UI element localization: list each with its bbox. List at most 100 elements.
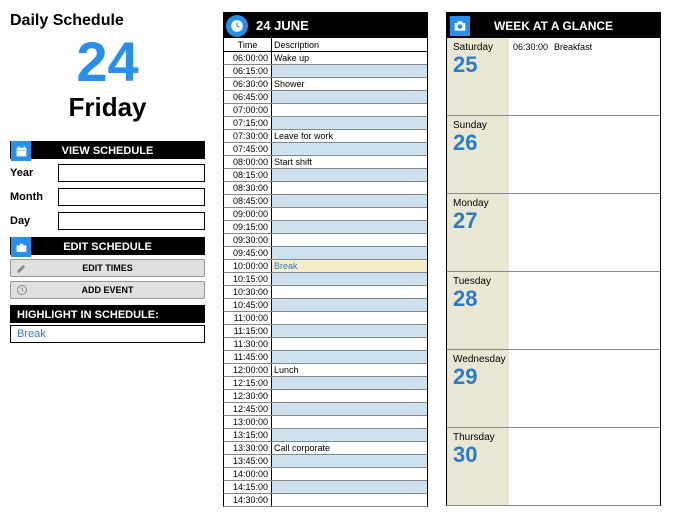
table-row[interactable]: 06:15:00 [223, 65, 428, 78]
week-days: Saturday2506:30:00BreakfastSunday26Monda… [446, 38, 661, 506]
desc-cell: Leave for work [272, 130, 427, 142]
week-day-label: Saturday25 [447, 38, 509, 115]
table-row[interactable]: 10:15:00 [223, 273, 428, 286]
clock-header-icon [226, 15, 248, 37]
table-row[interactable]: 09:30:00 [223, 234, 428, 247]
week-day[interactable]: Wednesday29 [446, 350, 661, 428]
table-row[interactable]: 07:00:00 [223, 104, 428, 117]
table-row[interactable]: 12:15:00 [223, 377, 428, 390]
table-row[interactable]: 10:00:00Break [223, 260, 428, 273]
time-cell: 11:45:00 [224, 351, 272, 363]
week-day[interactable]: Tuesday28 [446, 272, 661, 350]
table-row[interactable]: 08:30:00 [223, 182, 428, 195]
table-row[interactable]: 09:45:00 [223, 247, 428, 260]
week-day-events [509, 116, 660, 193]
schedule-columns: Time Description [223, 38, 428, 52]
table-row[interactable]: 10:45:00 [223, 299, 428, 312]
desc-cell [272, 351, 427, 363]
schedule-date: 24 JUNE [256, 18, 309, 33]
table-row[interactable]: 13:15:00 [223, 429, 428, 442]
desc-cell: Call corporate [272, 442, 427, 454]
table-row[interactable]: 12:45:00 [223, 403, 428, 416]
table-row[interactable]: 08:15:00 [223, 169, 428, 182]
desc-cell [272, 91, 427, 103]
time-cell: 12:30:00 [224, 390, 272, 402]
add-event-button[interactable]: ADD EVENT [10, 281, 205, 299]
table-row[interactable]: 07:30:00Leave for work [223, 130, 428, 143]
highlight-value[interactable]: Break [10, 325, 205, 343]
briefcase-icon [11, 237, 31, 257]
week-day[interactable]: Monday27 [446, 194, 661, 272]
week-day-number: 25 [453, 53, 503, 77]
desc-cell: Lunch [272, 364, 427, 376]
page-title: Daily Schedule [10, 12, 205, 30]
table-row[interactable]: 09:00:00 [223, 208, 428, 221]
week-day[interactable]: Sunday26 [446, 116, 661, 194]
week-day-events: 06:30:00Breakfast [509, 38, 660, 115]
table-row[interactable]: 07:15:00 [223, 117, 428, 130]
week-day[interactable]: Saturday2506:30:00Breakfast [446, 38, 661, 116]
week-day-label: Monday27 [447, 194, 509, 271]
desc-cell [272, 429, 427, 441]
time-cell: 09:00:00 [224, 208, 272, 220]
view-schedule-header: VIEW SCHEDULE [10, 141, 205, 159]
table-row[interactable]: 09:15:00 [223, 221, 428, 234]
desc-cell [272, 143, 427, 155]
time-cell: 10:00:00 [224, 260, 272, 272]
table-row[interactable]: 13:30:00Call corporate [223, 442, 428, 455]
big-date: 24 [10, 34, 205, 90]
week-day-label: Wednesday29 [447, 350, 509, 427]
highlight-header: HIGHLIGHT IN SCHEDULE: [10, 305, 205, 323]
time-cell: 06:00:00 [224, 52, 272, 64]
table-row[interactable]: 06:45:00 [223, 91, 428, 104]
time-cell: 07:15:00 [224, 117, 272, 129]
table-row[interactable]: 13:45:00 [223, 455, 428, 468]
schedule-rows: 06:00:00Wake up06:15:0006:30:00Shower06:… [223, 52, 428, 507]
edit-times-button[interactable]: EDIT TIMES [10, 259, 205, 277]
event-name: Breakfast [554, 42, 592, 52]
table-row[interactable]: 14:00:00 [223, 468, 428, 481]
table-row[interactable]: 08:45:00 [223, 195, 428, 208]
desc-cell [272, 468, 427, 480]
time-cell: 08:00:00 [224, 156, 272, 168]
time-cell: 14:15:00 [224, 481, 272, 493]
table-row[interactable]: 11:45:00 [223, 351, 428, 364]
desc-cell [272, 169, 427, 181]
table-row[interactable]: 12:00:00Lunch [223, 364, 428, 377]
week-day-events [509, 194, 660, 271]
desc-cell [272, 273, 427, 285]
table-row[interactable]: 11:30:00 [223, 338, 428, 351]
time-cell: 13:15:00 [224, 429, 272, 441]
time-cell: 12:45:00 [224, 403, 272, 415]
month-input[interactable] [58, 188, 205, 206]
table-row[interactable]: 10:30:00 [223, 286, 428, 299]
month-row: Month [10, 187, 205, 207]
week-day-events [509, 350, 660, 427]
table-row[interactable]: 11:15:00 [223, 325, 428, 338]
table-row[interactable]: 11:00:00 [223, 312, 428, 325]
desc-cell [272, 455, 427, 467]
table-row[interactable]: 14:15:00 [223, 481, 428, 494]
table-row[interactable]: 06:00:00Wake up [223, 52, 428, 65]
pencil-icon [15, 261, 29, 275]
year-input[interactable] [58, 164, 205, 182]
table-row[interactable]: 06:30:00Shower [223, 78, 428, 91]
week-day-label: Tuesday28 [447, 272, 509, 349]
time-cell: 11:00:00 [224, 312, 272, 324]
desc-cell [272, 390, 427, 402]
edit-schedule-label: EDIT SCHEDULE [63, 241, 152, 253]
table-row[interactable]: 08:00:00Start shift [223, 156, 428, 169]
table-row[interactable]: 14:30:00 [223, 494, 428, 507]
time-cell: 07:00:00 [224, 104, 272, 116]
table-row[interactable]: 07:45:00 [223, 143, 428, 156]
day-input[interactable] [58, 212, 205, 230]
table-row[interactable]: 13:00:00 [223, 416, 428, 429]
year-label: Year [10, 167, 58, 179]
time-cell: 08:45:00 [224, 195, 272, 207]
table-row[interactable]: 12:30:00 [223, 390, 428, 403]
add-event-label: ADD EVENT [81, 285, 133, 295]
week-day[interactable]: Thursday30 [446, 428, 661, 506]
desc-cell [272, 221, 427, 233]
desc-cell [272, 481, 427, 493]
time-cell: 12:00:00 [224, 364, 272, 376]
